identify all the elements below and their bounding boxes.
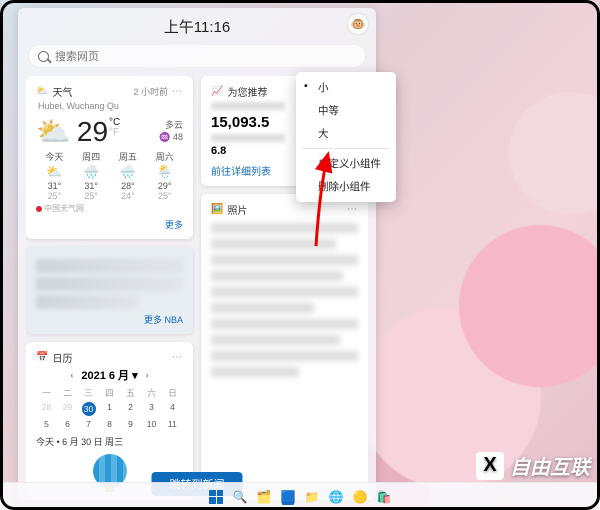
search-placeholder: 搜索网页 [55,48,99,64]
forecast-day: 周四🌧️31°25° [73,150,110,201]
chrome-icon[interactable]: 🟡 [351,488,369,506]
start-button[interactable] [207,488,225,506]
context-customize[interactable]: 自定义小组件 [296,152,396,175]
weather-condition: 多云 ♒ 48 [159,120,183,143]
user-avatar[interactable]: 🐵 [348,14,368,34]
forecast-day: 周五🌧️28°24° [110,150,147,201]
task-view-icon[interactable]: 🗂️ [255,488,273,506]
forecast-day: 今天⛅31°25° [36,150,73,201]
sports-more-link[interactable]: 更多 NBA [36,313,183,326]
weather-more-icon[interactable]: ⋯ [172,86,183,97]
weather-temp: 29 °C°F [77,116,120,148]
store-icon[interactable]: 🛍️ [375,488,393,506]
taskbar-search-icon[interactable]: 🔍 [231,488,249,506]
calendar-icon: 📅 [36,352,48,363]
weather-icon: ⛅ [36,86,48,97]
finance-icon: 📈 [211,86,223,97]
file-explorer-icon[interactable]: 📁 [303,488,321,506]
widgets-taskbar-icon[interactable]: 🟦 [279,488,297,506]
weather-forecast: 今天⛅31°25°周四🌧️31°25°周五🌧️28°24°周六🌦️29°25° [36,150,183,201]
calendar-more-icon[interactable]: ⋯ [172,352,183,363]
calendar-today-line: 今天 • 6 月 30 日 周三 [36,435,183,448]
weather-more-link[interactable]: 更多 [36,218,183,231]
finance-title: 为您推荐 [227,84,267,99]
calendar-month[interactable]: 2021 6 月 ▾ [81,367,137,383]
next-month-button[interactable]: › [146,370,149,380]
search-icon [38,51,49,62]
weather-updated: 2 小时前 [133,85,168,98]
photos-title: 照片 [227,202,247,217]
weather-widget[interactable]: ⛅ 天气 2 小时前 ⋯ Hubei, Wuchang Qu ⛅ 29 °C°F… [26,76,193,239]
panel-clock: 上午11:16 [164,16,230,37]
calendar-grid[interactable]: 一二三四五六日2829301234567891011 [36,387,183,429]
weather-title: 天气 [52,84,72,99]
weather-condition-icon: ⛅ [36,115,71,148]
photos-more-icon[interactable]: ⋯ [347,204,358,215]
photos-widget[interactable]: 🖼️ 照片 ⋯ [201,194,368,500]
calendar-title: 日历 [52,350,72,365]
context-remove-widget[interactable]: 删除小组件 [296,175,396,198]
context-size-option[interactable]: 中等 [296,99,396,122]
weather-provider: 中国天气网 [36,203,183,214]
edge-icon[interactable]: 🌐 [327,488,345,506]
forecast-day: 周六🌦️29°25° [146,150,183,201]
sports-widget[interactable]: 更多 NBA [26,247,193,334]
weather-location: Hubei, Wuchang Qu [38,101,183,111]
context-size-option[interactable]: 大 [296,122,396,145]
context-size-option[interactable]: 小 [296,76,396,99]
search-input[interactable]: 搜索网页 [28,44,366,68]
photos-icon: 🖼️ [211,204,223,215]
prev-month-button[interactable]: ‹ [70,370,73,380]
taskbar: 🔍 🗂️ 🟦 📁 🌐 🟡 🛍️ [0,482,600,510]
widget-context-menu: 小中等大 自定义小组件 删除小组件 [296,72,396,202]
